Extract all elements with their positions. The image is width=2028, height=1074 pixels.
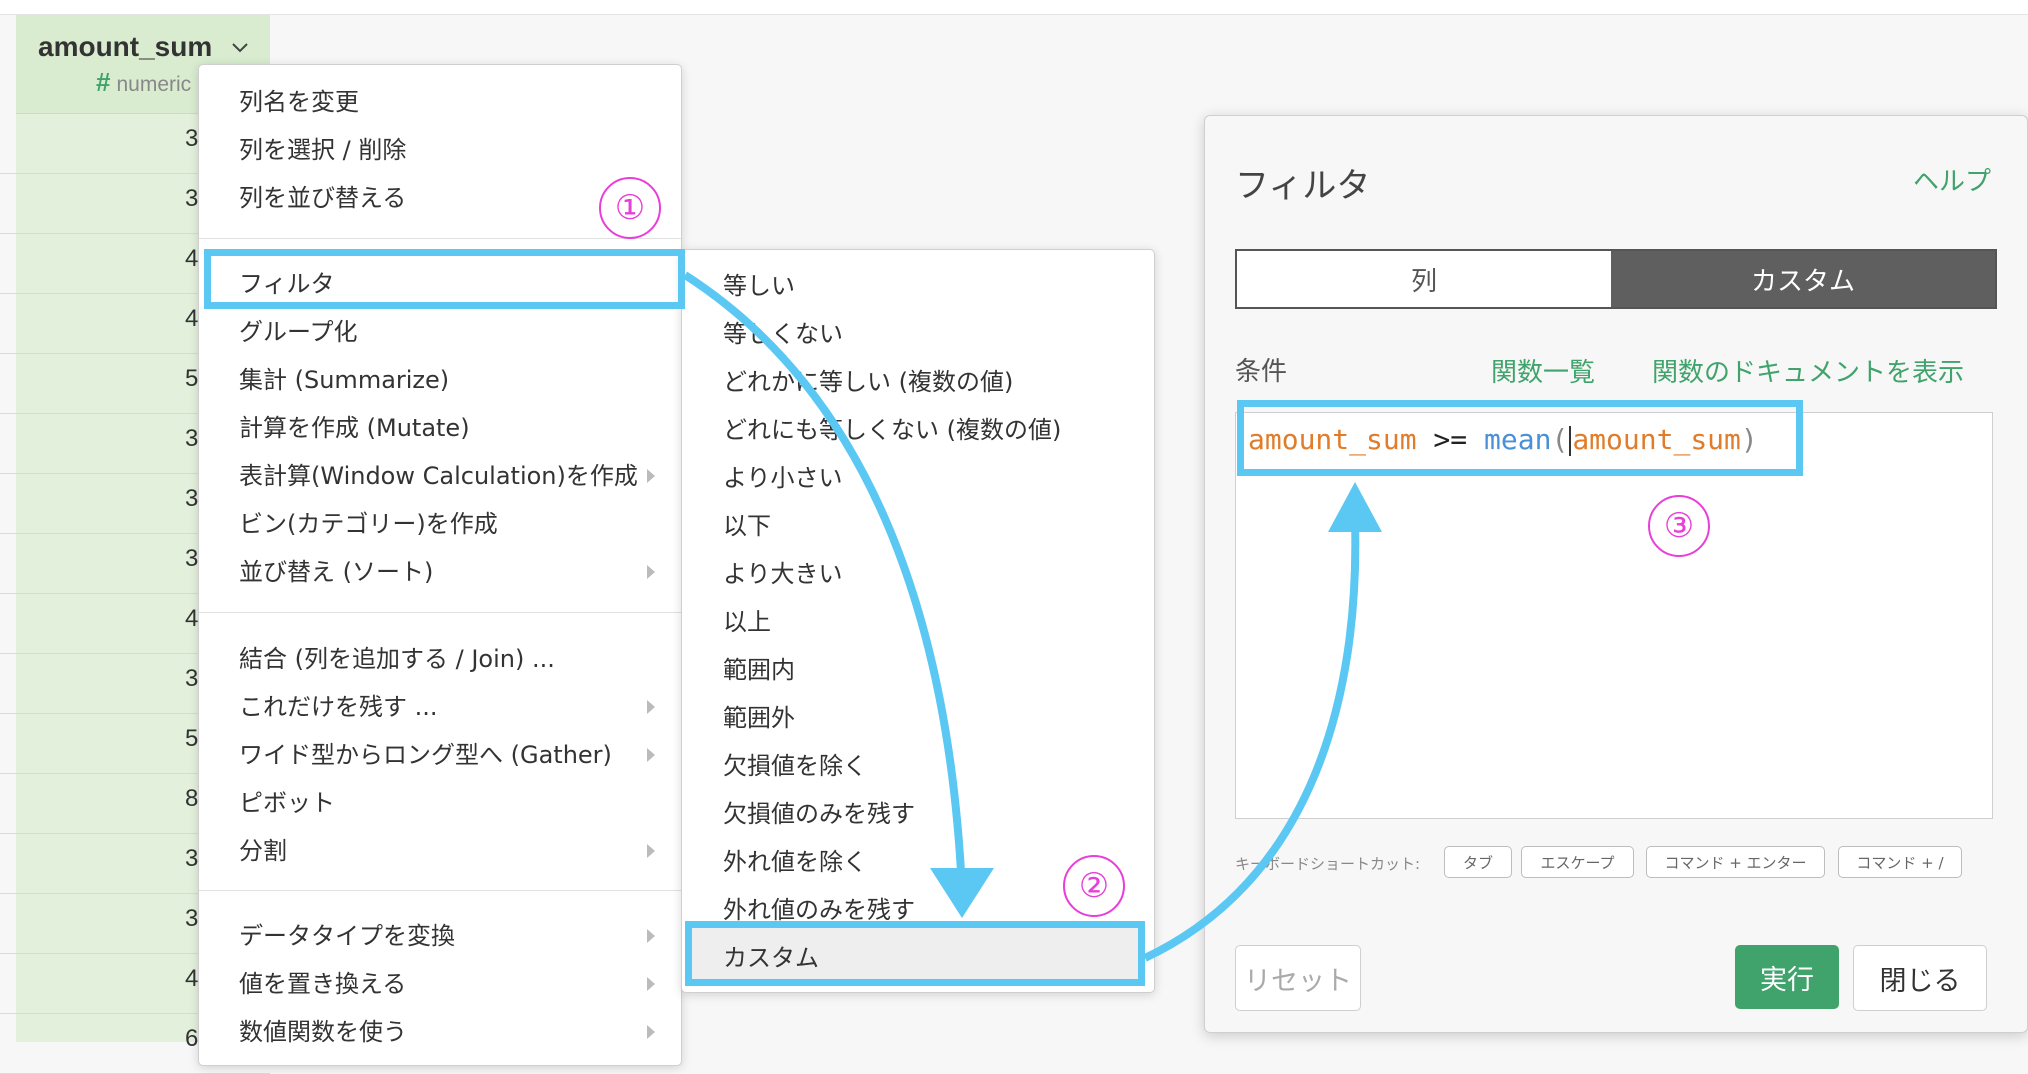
annotation-step-3: ③ (1648, 495, 1710, 557)
arrowhead-2 (1328, 482, 1382, 532)
annotation-step-2: ② (1063, 855, 1125, 917)
arrow-path-1 (682, 271, 966, 891)
arrow-path-2 (1143, 519, 1360, 962)
annotation-arrows (682, 271, 1382, 962)
arrowhead-1 (930, 868, 994, 918)
annotation-step-1: ① (599, 177, 661, 239)
